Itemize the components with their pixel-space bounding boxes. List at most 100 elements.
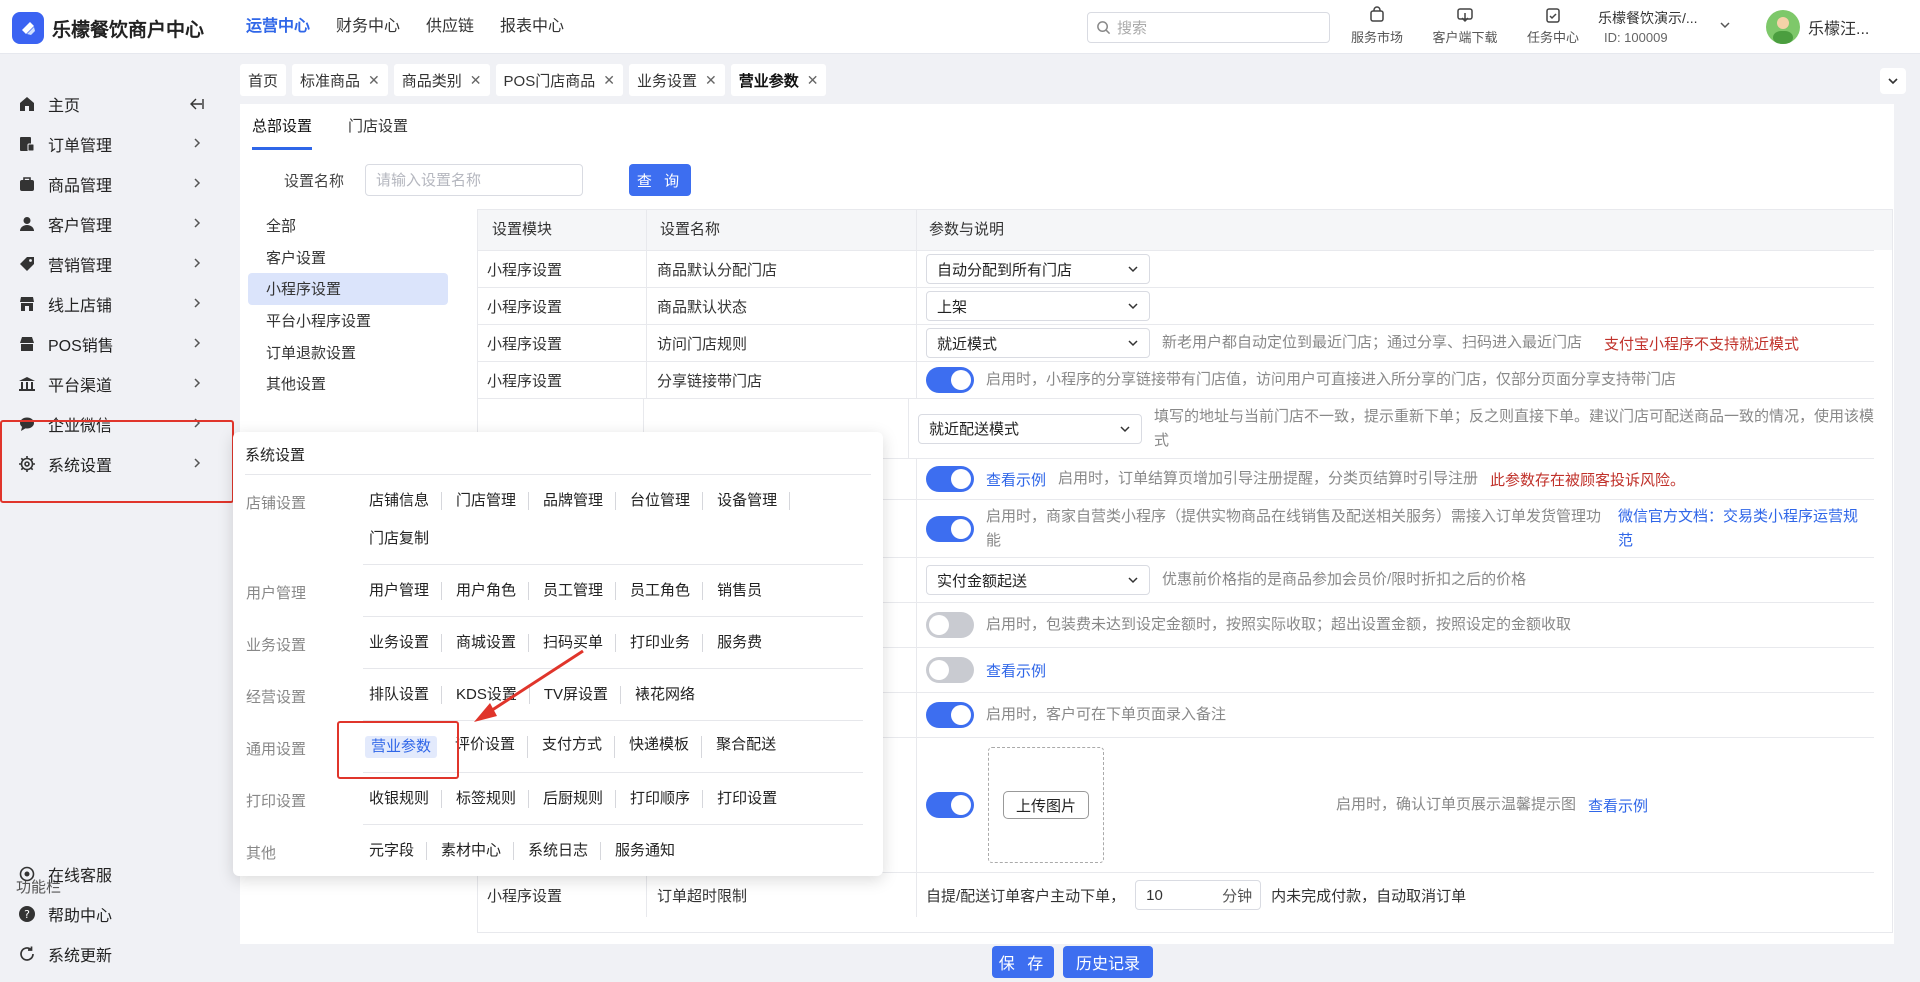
menu-link[interactable]: 服务费 [713, 634, 774, 652]
sidebar-item-products[interactable]: 商品管理 [0, 164, 226, 204]
view-example-link[interactable]: 查看示例 [986, 660, 1046, 681]
menu-link[interactable]: 业务设置 [365, 634, 443, 652]
menu-link[interactable]: 收银规则 [365, 790, 443, 808]
tab-store-settings[interactable]: 门店设置 [348, 104, 408, 150]
menu-link[interactable]: 打印顺序 [626, 790, 704, 808]
app-logo[interactable]: 乐檬餐饮商户中心 [12, 12, 204, 44]
tool-task-center[interactable]: 任务中心 [1516, 6, 1590, 46]
tab-home[interactable]: 首页 [240, 64, 287, 96]
category-miniprogram[interactable]: 小程序设置 [248, 273, 448, 305]
menu-link[interactable]: 排队设置 [365, 686, 443, 704]
tab-pos-store-products[interactable]: POS门店商品 ✕ [495, 64, 623, 96]
menu-link[interactable]: TV屏设置 [540, 686, 622, 704]
menu-link[interactable]: 聚合配送 [712, 736, 788, 758]
upload-image-button[interactable]: 上传图片 [1002, 791, 1089, 819]
category-other[interactable]: 其他设置 [248, 368, 454, 400]
sidebar-item-pos-sales[interactable]: POS销售 [0, 324, 226, 364]
default-status-select[interactable]: 上架 [926, 291, 1150, 321]
tool-service-market[interactable]: 服务市场 [1340, 6, 1414, 46]
default-store-select[interactable]: 自动分配到所有门店 [926, 254, 1150, 284]
menu-link[interactable]: 打印设置 [713, 790, 789, 808]
min-delivery-basis-select[interactable]: 实付金额起送 [926, 565, 1150, 595]
tabs-menu-button[interactable] [1880, 68, 1906, 94]
menu-link[interactable]: 销售员 [713, 582, 774, 600]
menu-link[interactable]: 门店复制 [365, 530, 441, 548]
menu-link[interactable]: 评价设置 [451, 736, 529, 758]
setting-name-input[interactable] [365, 164, 583, 196]
menu-link[interactable]: 裱花网络 [631, 686, 707, 704]
timeout-minutes-input[interactable]: 10 分钟 [1135, 880, 1262, 910]
nav-reports[interactable]: 报表中心 [500, 0, 564, 54]
menu-link[interactable]: 门店管理 [452, 492, 530, 510]
close-icon[interactable]: ✕ [705, 72, 717, 89]
delivery-mode-select[interactable]: 就近配送模式 [918, 413, 1142, 444]
image-upload-area[interactable]: 上传图片 [988, 747, 1104, 863]
wechat-doc-link[interactable]: 微信官方文档：交易类小程序运营规范 [1618, 505, 1868, 553]
menu-link[interactable]: 标签规则 [452, 790, 530, 808]
sidebar-item-marketing[interactable]: 营销管理 [0, 244, 226, 284]
close-icon[interactable]: ✕ [470, 72, 482, 89]
menu-link[interactable]: 用户管理 [365, 582, 443, 600]
category-platform-miniprogram[interactable]: 平台小程序设置 [248, 305, 454, 337]
visit-store-rule-select[interactable]: 就近模式 [926, 328, 1150, 358]
menu-link[interactable]: 元字段 [365, 842, 428, 860]
history-button[interactable]: 历史记录 [1063, 946, 1153, 978]
tab-standard-products[interactable]: 标准商品 ✕ [292, 64, 388, 96]
close-icon[interactable]: ✕ [603, 72, 615, 89]
view-example-link[interactable]: 查看示例 [1588, 795, 1648, 816]
order-remark-toggle[interactable] [926, 702, 974, 728]
collapse-sidebar-icon[interactable] [188, 96, 204, 112]
menu-link[interactable]: 素材中心 [437, 842, 515, 860]
view-example-link[interactable]: 查看示例 [986, 469, 1046, 490]
tab-hq-settings[interactable]: 总部设置 [252, 104, 313, 150]
menu-link[interactable]: 员工管理 [539, 582, 617, 600]
search-input[interactable]: 搜索 [1087, 12, 1330, 43]
sidebar-item-system-update[interactable]: 系统更新 [0, 934, 226, 974]
sidebar-item-customers[interactable]: 客户管理 [0, 204, 226, 244]
tab-business-params[interactable]: 营业参数 ✕ [730, 64, 827, 96]
tab-product-categories[interactable]: 商品类别 ✕ [393, 64, 490, 96]
tenant-switcher[interactable]: 乐檬餐饮演示/... ID: 100009 [1598, 8, 1698, 48]
save-button[interactable]: 保 存 [992, 946, 1054, 978]
menu-link[interactable]: 服务通知 [611, 842, 687, 860]
menu-link[interactable]: 设备管理 [713, 492, 791, 510]
menu-link[interactable]: 扫码买单 [539, 634, 617, 652]
category-customer[interactable]: 客户设置 [248, 242, 454, 274]
menu-link[interactable]: 打印业务 [626, 634, 704, 652]
menu-link[interactable]: 台位管理 [626, 492, 704, 510]
sidebar-item-platform-channels[interactable]: 平台渠道 [0, 364, 226, 404]
category-order-refund[interactable]: 订单退款设置 [248, 336, 454, 368]
tab-business-settings[interactable]: 业务设置 ✕ [628, 64, 725, 96]
feature-toggle[interactable] [926, 657, 974, 683]
nav-operations[interactable]: 运营中心 [246, 0, 310, 54]
menu-link[interactable]: 系统日志 [524, 842, 602, 860]
menu-link[interactable]: 店铺信息 [365, 492, 443, 510]
menu-link[interactable]: 后厨规则 [539, 790, 617, 808]
query-button[interactable]: 查 询 [629, 164, 691, 196]
tool-client-download[interactable]: 客户端下载 [1428, 6, 1502, 46]
menu-link[interactable]: 快递模板 [625, 736, 703, 758]
packaging-fee-toggle[interactable] [926, 612, 974, 638]
menu-link[interactable]: 员工角色 [626, 582, 704, 600]
close-icon[interactable]: ✕ [368, 72, 380, 89]
nav-supply-chain[interactable]: 供应链 [426, 0, 474, 54]
register-guide-toggle[interactable] [926, 466, 974, 492]
sidebar-item-online-support[interactable]: 在线客服 [0, 854, 226, 894]
sidebar-item-help-center[interactable]: ? 帮助中心 [0, 894, 226, 934]
shipping-management-toggle[interactable] [926, 515, 974, 542]
close-icon[interactable]: ✕ [807, 72, 819, 89]
sidebar-item-orders[interactable]: 订单管理 [0, 124, 226, 164]
menu-link[interactable]: 品牌管理 [539, 492, 617, 510]
sidebar-item-home[interactable]: 主页 [0, 84, 226, 124]
menu-link[interactable]: 商城设置 [452, 634, 530, 652]
user-menu[interactable]: 乐檬汪... [1766, 10, 1869, 44]
sidebar-item-online-store[interactable]: 线上店铺 [0, 284, 226, 324]
nav-finance[interactable]: 财务中心 [336, 0, 400, 54]
share-link-toggle[interactable] [926, 367, 974, 393]
chevron-down-icon[interactable] [1718, 18, 1732, 32]
category-all[interactable]: 全部 [248, 210, 454, 242]
menu-link[interactable]: 支付方式 [538, 736, 616, 758]
menu-link[interactable]: KDS设置 [452, 686, 530, 704]
menu-link[interactable]: 用户角色 [452, 582, 530, 600]
tips-image-toggle[interactable] [926, 792, 974, 818]
